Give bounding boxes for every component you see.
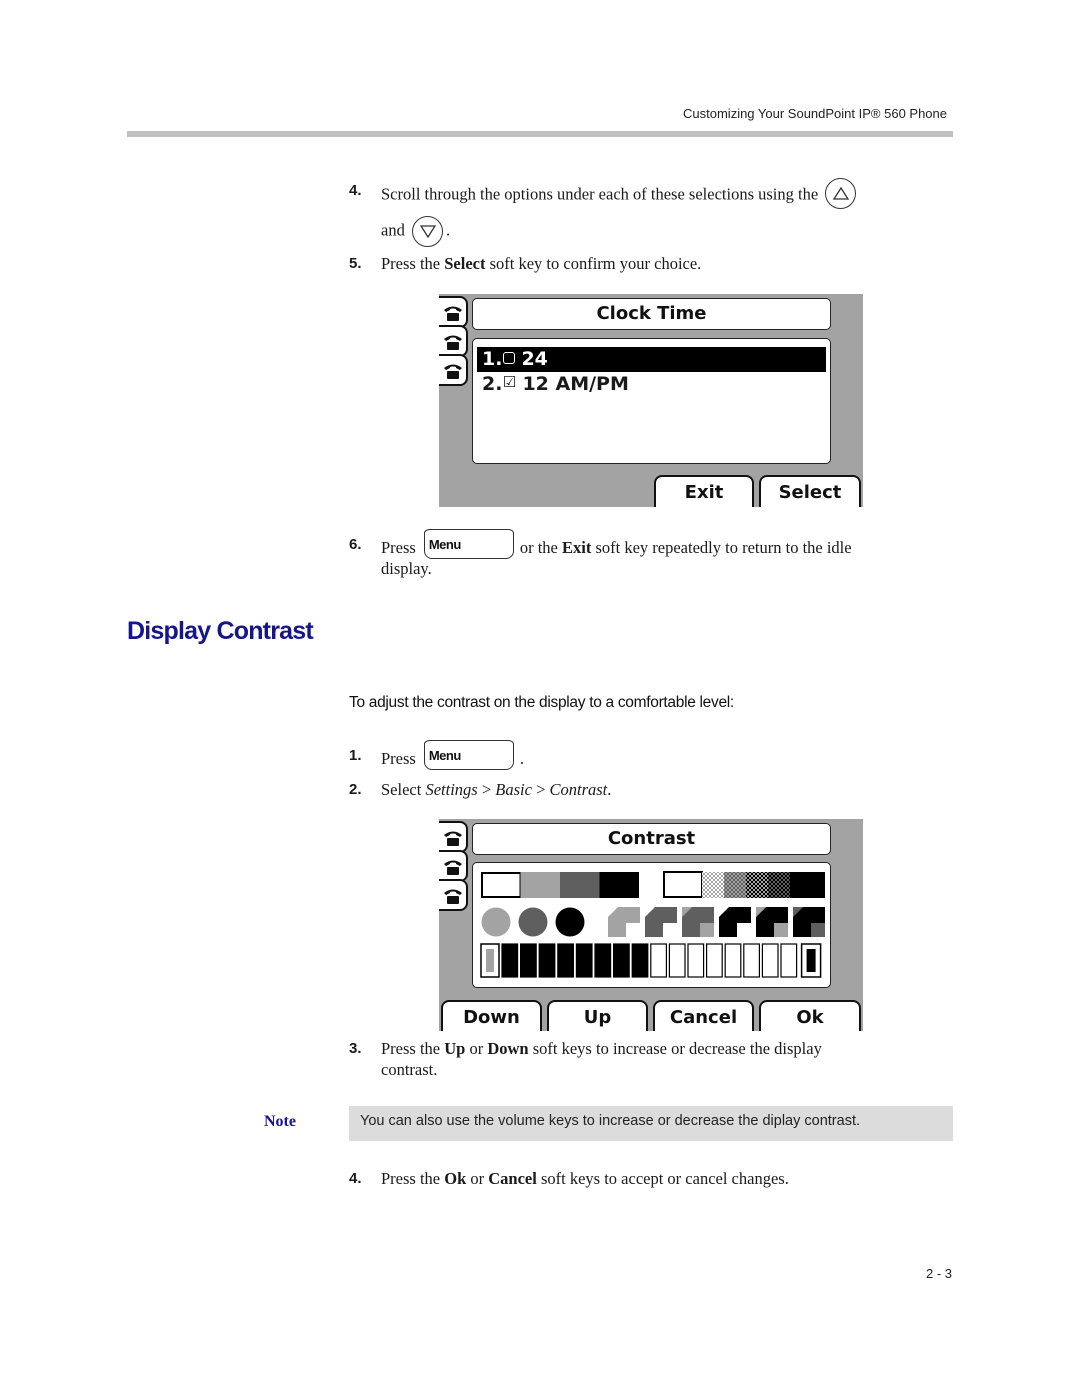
softkey-select[interactable]: Select: [759, 475, 861, 507]
down-softkey-ref: Down: [487, 1039, 529, 1058]
level-segment-empty: [780, 943, 798, 978]
menu-key-icon: Menu: [423, 740, 514, 770]
step-number: 1.: [349, 747, 362, 764]
contrast-level-bar: [480, 943, 822, 978]
up-arrow-key-icon: [825, 178, 857, 209]
step-number: 4.: [349, 1170, 362, 1187]
clock-time-screen: Clock Time 1. 24 2.☑ 12 AM/PM Exit Select: [439, 294, 863, 507]
option-24-hour[interactable]: 1. 24: [477, 347, 826, 372]
gradient-step: [768, 872, 790, 898]
grayscale-swatches: [481, 872, 639, 898]
level-segment-filled: [519, 943, 537, 978]
level-segment-filled: [594, 943, 612, 978]
gray-circle: [555, 907, 585, 937]
line-key-1[interactable]: [439, 296, 468, 328]
corner-shape: [608, 907, 640, 937]
menu-path-contrast: Contrast: [549, 780, 608, 799]
note-text: You can also use the volume keys to incr…: [360, 1113, 861, 1129]
level-segment-filled: [538, 943, 556, 978]
step-text: Scroll through the options under each of…: [381, 184, 819, 204]
softkey-exit[interactable]: Exit: [654, 475, 754, 507]
gray-swatch: [599, 872, 639, 898]
checked-box-icon: ☑: [502, 373, 517, 391]
cancel-softkey-ref: Cancel: [488, 1169, 537, 1188]
level-segment-filled: [575, 943, 593, 978]
line-key-3[interactable]: [439, 354, 468, 386]
line-key-1[interactable]: [439, 821, 468, 853]
gradient-white: [663, 871, 703, 898]
level-segment-empty: [743, 943, 760, 978]
corner-shape: [719, 907, 751, 937]
note-box: You can also use the volume keys to incr…: [349, 1106, 953, 1141]
gradient-step: [724, 872, 746, 898]
gray-swatch: [520, 872, 560, 898]
softkey-ok[interactable]: Ok: [759, 1000, 861, 1031]
screen-title: Contrast: [472, 823, 831, 855]
softkey-cancel[interactable]: Cancel: [653, 1000, 754, 1031]
step-number: 2.: [349, 781, 362, 798]
note-label: Note: [264, 1113, 296, 1130]
option-12-ampm[interactable]: 2.☑ 12 AM/PM: [477, 372, 826, 397]
screen-title: Clock Time: [472, 298, 831, 330]
gray-circle: [518, 907, 548, 937]
gray-swatch: [481, 872, 522, 898]
level-segment-empty: [724, 943, 742, 978]
step-number: 5.: [349, 255, 362, 272]
line-key-2[interactable]: [439, 325, 468, 357]
gray-circle: [481, 907, 511, 937]
down-arrow-key-icon: [411, 216, 443, 247]
step-text: and: [381, 220, 405, 240]
menu-path-settings: Settings: [425, 780, 478, 799]
level-segment-empty: [761, 943, 779, 978]
gradient-black: [790, 872, 825, 898]
line-key-3[interactable]: [439, 879, 468, 911]
corner-shape: [645, 907, 677, 937]
contrast-pattern-graphic: [480, 871, 825, 978]
exit-softkey-ref: Exit: [562, 537, 592, 557]
level-segment-filled: [557, 943, 575, 978]
header-rule: [127, 131, 953, 137]
softkey-down[interactable]: Down: [441, 1000, 542, 1031]
dither-gradient: [663, 871, 825, 898]
select-softkey-ref: Select: [444, 254, 486, 273]
up-softkey-ref: Up: [444, 1039, 466, 1058]
step-number: 3.: [349, 1040, 362, 1057]
level-segment-empty: [706, 943, 723, 978]
level-segment-filled: [631, 943, 649, 978]
line-key-2[interactable]: [439, 850, 468, 882]
corner-shapes: [608, 907, 825, 937]
contrast-test-pattern: [472, 862, 831, 988]
softkey-up[interactable]: Up: [547, 1000, 648, 1031]
running-header: Customizing Your SoundPoint IP® 560 Phon…: [683, 106, 947, 121]
level-segment-filled: [501, 943, 519, 978]
unchecked-box-icon: [503, 351, 516, 364]
level-segment-empty: [650, 943, 668, 978]
step-number: 4.: [349, 182, 362, 199]
procedure-heading: To adjust the contrast on the display to…: [349, 694, 734, 711]
decrease-end-marker: [486, 949, 494, 972]
contrast-screen: Contrast Down Up Cancel Ok: [439, 819, 863, 1031]
gradient-step: [746, 872, 768, 898]
increase-end-marker: [806, 949, 816, 972]
ok-softkey-ref: Ok: [444, 1169, 467, 1188]
options-list: 1. 24 2.☑ 12 AM/PM: [472, 338, 831, 464]
step-number: 6.: [349, 536, 362, 553]
gray-circles: [481, 907, 585, 937]
menu-path-basic: Basic: [495, 780, 532, 799]
level-segment-empty: [668, 943, 686, 978]
gradient-step: [702, 872, 724, 898]
menu-key-icon: Menu: [423, 529, 514, 559]
gray-swatch: [560, 872, 600, 898]
level-segment-filled: [613, 943, 630, 978]
level-segment-empty: [687, 943, 705, 978]
section-title: Display Contrast: [127, 617, 314, 645]
page-number: 2 - 3: [925, 1266, 952, 1281]
